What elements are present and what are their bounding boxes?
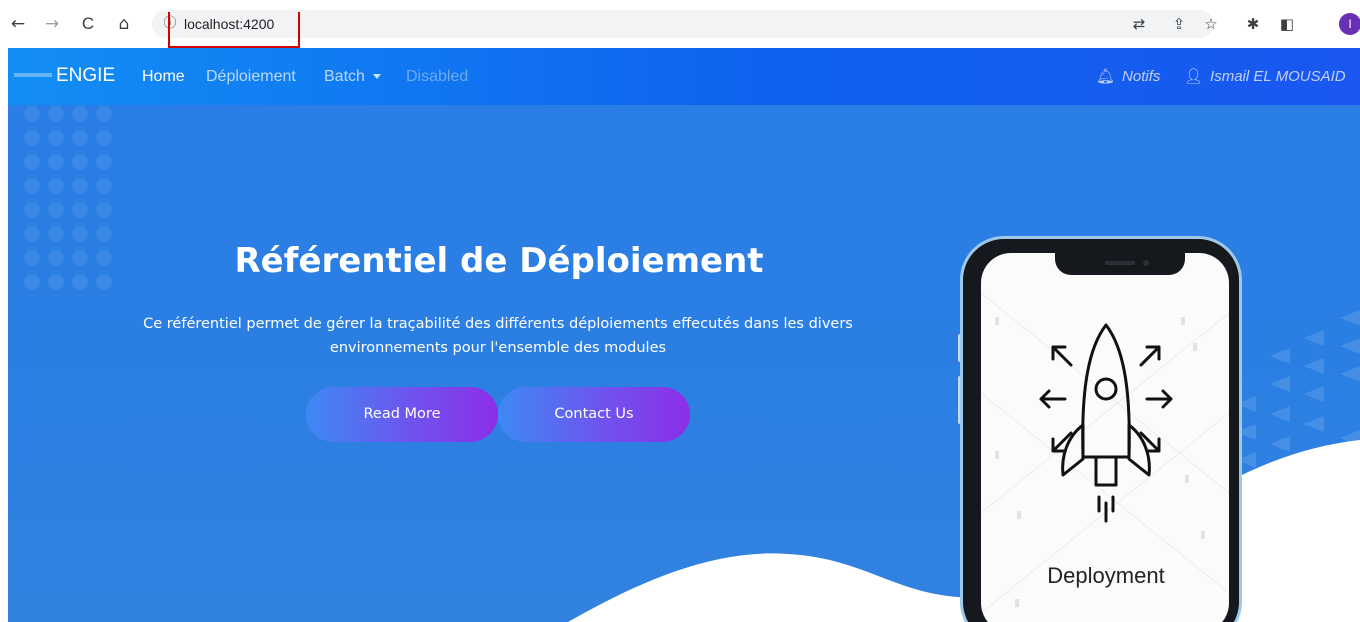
hero-description-line-1: Ce référentiel permet de gérer la traçab…: [143, 316, 853, 332]
share-icon[interactable]: ⇪: [1168, 14, 1190, 34]
notifications-link[interactable]: 🔔︎ Notifs: [1096, 67, 1160, 87]
back-icon[interactable]: ←: [8, 14, 28, 34]
contact-us-button[interactable]: Contact Us: [498, 387, 690, 442]
phone-speaker: [1105, 261, 1135, 265]
extensions-icon[interactable]: ✱: [1242, 14, 1264, 34]
phone-mockup: Deployment: [958, 236, 1248, 622]
read-more-button[interactable]: Read More: [306, 387, 498, 442]
brand-logo[interactable]: ENGIE: [56, 65, 115, 87]
forward-icon[interactable]: →: [42, 14, 62, 34]
bell-icon: 🔔︎: [1096, 68, 1116, 85]
hero-description-line-2: environnements pour l'ensemble des modul…: [329, 340, 667, 356]
user-menu[interactable]: 👤︎ Ismail EL MOUSAID: [1184, 67, 1346, 87]
hero-description: Ce référentiel permet de gérer la traçab…: [98, 312, 898, 360]
nav-deploiement[interactable]: Déploiement: [206, 67, 296, 87]
side-panel-icon[interactable]: ◧: [1276, 14, 1298, 34]
url-highlight-box: [168, 12, 300, 48]
home-icon[interactable]: ⌂: [114, 14, 134, 34]
profile-avatar[interactable]: I: [1339, 13, 1360, 35]
phone-frame: Deployment: [960, 236, 1242, 622]
page-viewport: ENGIE Home Déploiement Batch Disabled 🔔︎…: [8, 48, 1360, 622]
notifications-label: Notifs: [1122, 68, 1161, 85]
reload-icon[interactable]: C: [78, 14, 98, 34]
chevron-down-icon: [372, 74, 381, 80]
brand-logo-mark: [14, 73, 52, 77]
hero-title: Référentiel de Déploiement: [234, 241, 764, 281]
translate-icon[interactable]: ⇄: [1128, 14, 1150, 34]
bookmark-star-icon[interactable]: ☆: [1200, 14, 1222, 34]
nav-batch-dropdown[interactable]: Batch: [324, 67, 381, 87]
nav-disabled: Disabled: [406, 68, 469, 85]
nav-home[interactable]: Home: [142, 67, 185, 87]
phone-caption: Deployment: [1047, 563, 1165, 588]
nav-batch-label: Batch: [324, 68, 365, 85]
phone-camera: [1143, 260, 1149, 266]
rocket-icon: [1039, 323, 1173, 523]
user-icon: 👤︎: [1184, 68, 1204, 85]
user-name: Ismail EL MOUSAID: [1210, 68, 1346, 85]
address-bar[interactable]: [152, 10, 1214, 38]
browser-toolbar: ← → C ⌂ ⓘ localhost:4200 ⇄ ⇪ ☆ ✱ ◧ I: [0, 0, 1360, 48]
site-navbar: ENGIE Home Déploiement Batch Disabled 🔔︎…: [8, 48, 1360, 105]
